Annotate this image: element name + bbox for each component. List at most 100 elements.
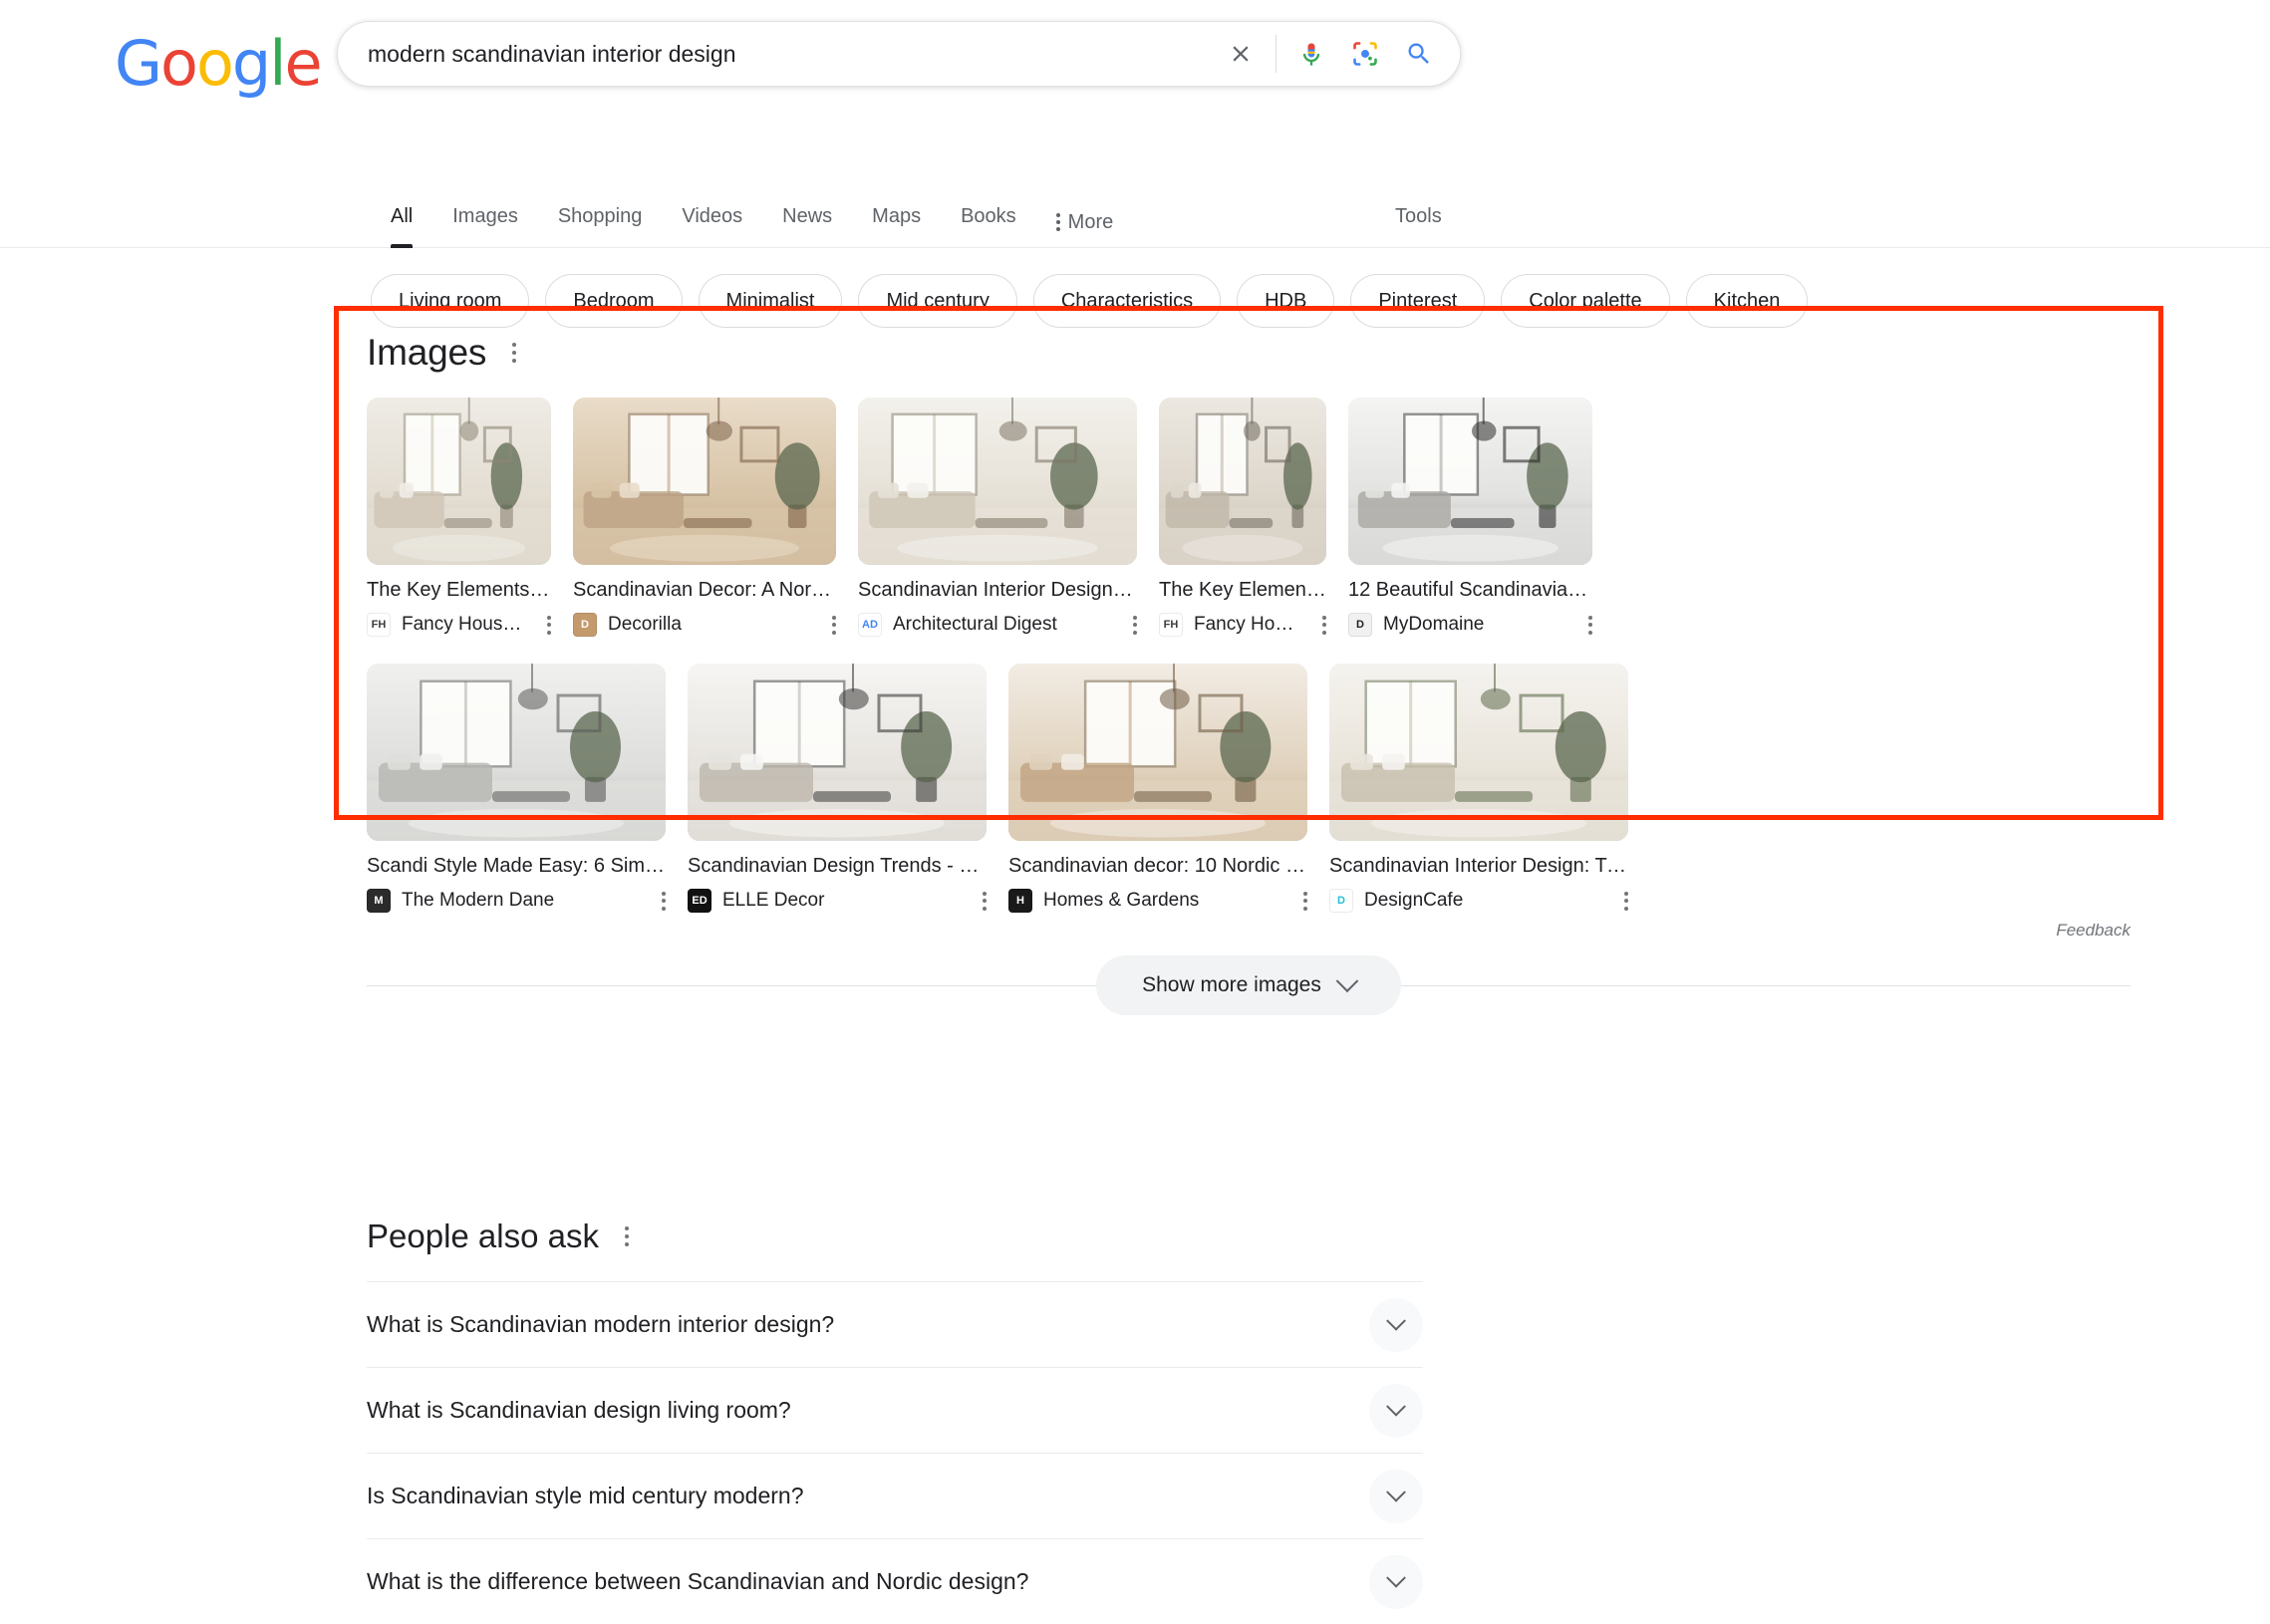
image-source-name: The Modern Dane xyxy=(402,890,643,912)
source-favicon: ED xyxy=(688,889,711,913)
google-logo[interactable]: Google xyxy=(115,33,321,95)
paa-question-3[interactable]: Is Scandinavian style mid century modern… xyxy=(367,1453,1423,1538)
image-result-title[interactable]: The Key Elements of … xyxy=(1159,577,1326,603)
source-favicon: FH xyxy=(367,613,391,637)
image-thumbnail[interactable] xyxy=(858,398,1137,565)
image-source-name: Homes & Gardens xyxy=(1043,890,1284,912)
tab-all[interactable]: All xyxy=(371,190,432,248)
tab-shopping[interactable]: Shopping xyxy=(538,190,663,248)
search-bar[interactable] xyxy=(337,21,1461,87)
image-thumbnail[interactable] xyxy=(688,664,987,841)
image-result-card[interactable]: The Key Elements of M… FH Fancy House De… xyxy=(367,398,551,638)
paa-question-3-text: Is Scandinavian style mid century modern… xyxy=(367,1483,804,1509)
paa-expand-4-button[interactable] xyxy=(1369,1555,1423,1609)
image-result-title[interactable]: Scandinavian decor: 10 Nordic design pr… xyxy=(1008,853,1307,879)
image-result-card[interactable]: 12 Beautiful Scandinavian Interi… D MyDo… xyxy=(1348,398,1592,638)
image-result-options-icon[interactable] xyxy=(1314,616,1326,635)
chevron-down-icon xyxy=(1386,1396,1406,1416)
clear-search-button[interactable] xyxy=(1214,27,1268,81)
more-menu-label: More xyxy=(1068,202,1114,242)
image-thumbnail[interactable] xyxy=(1329,664,1628,841)
image-source-name: DesignCafe xyxy=(1364,890,1605,912)
paa-expand-1-button[interactable] xyxy=(1369,1298,1423,1352)
image-result-card[interactable]: The Key Elements of … FH Fancy House Des… xyxy=(1159,398,1326,638)
show-more-images-button[interactable]: Show more images xyxy=(1096,955,1401,1015)
show-more-images-label: Show more images xyxy=(1142,973,1321,997)
tab-images[interactable]: Images xyxy=(432,190,538,248)
chevron-down-icon xyxy=(1386,1482,1406,1501)
source-favicon: AD xyxy=(858,613,882,637)
microphone-icon[interactable] xyxy=(1284,27,1338,81)
image-thumbnail[interactable] xyxy=(1159,398,1326,565)
paa-question-2[interactable]: What is Scandinavian design living room? xyxy=(367,1367,1423,1453)
tools-button[interactable]: Tools xyxy=(1385,196,1452,236)
image-result-options-icon[interactable] xyxy=(1295,892,1307,911)
images-module-title: Images xyxy=(367,332,486,374)
google-lens-icon[interactable] xyxy=(1338,27,1392,81)
image-result-card[interactable]: Scandinavian Decor: A Nordic-Ins… D Deco… xyxy=(573,398,836,638)
tab-videos[interactable]: Videos xyxy=(662,190,762,248)
logo-letter-e: e xyxy=(285,27,321,100)
show-more-images-area: Show more images xyxy=(334,955,2163,1015)
paa-question-4[interactable]: What is the difference between Scandinav… xyxy=(367,1538,1423,1624)
kebab-menu-icon xyxy=(1056,213,1060,231)
paa-question-2-text: What is Scandinavian design living room? xyxy=(367,1397,791,1424)
logo-letter-l: l xyxy=(269,27,284,100)
paa-expand-2-button[interactable] xyxy=(1369,1384,1423,1438)
tab-maps[interactable]: Maps xyxy=(852,190,941,248)
image-result-source: H Homes & Gardens xyxy=(1008,888,1307,914)
paa-expand-3-button[interactable] xyxy=(1369,1470,1423,1523)
image-result-title[interactable]: The Key Elements of M… xyxy=(367,577,551,603)
people-also-ask-module: People also ask What is Scandinavian mod… xyxy=(367,1218,1423,1624)
image-result-options-icon[interactable] xyxy=(539,616,551,635)
images-module-options-icon[interactable] xyxy=(508,339,520,367)
logo-letter-g2: g xyxy=(232,27,269,100)
image-result-options-icon[interactable] xyxy=(824,616,836,635)
image-thumbnail[interactable] xyxy=(1348,398,1592,565)
image-result-options-icon[interactable] xyxy=(1616,892,1628,911)
search-divider xyxy=(1276,35,1277,73)
image-result-title[interactable]: Scandinavian Decor: A Nordic-Ins… xyxy=(573,577,836,603)
search-nav-tabs: All Images Shopping Videos News Maps Boo… xyxy=(371,190,1133,248)
image-thumbnail[interactable] xyxy=(573,398,836,565)
feedback-link[interactable]: Feedback xyxy=(334,921,2163,941)
logo-letter-o1: o xyxy=(160,27,196,100)
image-result-source: M The Modern Dane xyxy=(367,888,666,914)
more-menu-button[interactable]: More xyxy=(1036,190,1134,248)
page-header: Google xyxy=(0,0,2270,192)
source-favicon: H xyxy=(1008,889,1032,913)
image-result-card[interactable]: Scandinavian Interior Design: Everyth… A… xyxy=(858,398,1137,638)
image-result-card[interactable]: Scandi Style Made Easy: 6 Simple Tips t…… xyxy=(367,664,666,914)
paa-question-1-text: What is Scandinavian modern interior des… xyxy=(367,1311,834,1338)
image-thumbnail[interactable] xyxy=(367,398,551,565)
paa-question-1[interactable]: What is Scandinavian modern interior des… xyxy=(367,1281,1423,1367)
images-module-header: Images xyxy=(334,306,2163,374)
chevron-down-icon xyxy=(1336,969,1359,992)
image-result-title[interactable]: Scandinavian Design Trends - Best … xyxy=(688,853,987,879)
image-result-title[interactable]: 12 Beautiful Scandinavian Interi… xyxy=(1348,577,1592,603)
image-result-options-icon[interactable] xyxy=(1125,616,1137,635)
search-input[interactable] xyxy=(338,41,1214,68)
image-result-card[interactable]: Scandinavian Interior Design: Tips and …… xyxy=(1329,664,1628,914)
image-thumbnail[interactable] xyxy=(367,664,666,841)
image-result-title[interactable]: Scandi Style Made Easy: 6 Simple Tips t… xyxy=(367,853,666,879)
people-also-ask-title: People also ask xyxy=(367,1218,599,1255)
image-result-options-icon[interactable] xyxy=(975,892,987,911)
source-favicon: D xyxy=(1348,613,1372,637)
people-also-ask-options-icon[interactable] xyxy=(621,1222,633,1250)
image-source-name: MyDomaine xyxy=(1383,614,1569,636)
image-result-card[interactable]: Scandinavian decor: 10 Nordic design pr…… xyxy=(1008,664,1307,914)
image-source-name: Fancy House Desi… xyxy=(402,614,528,636)
image-result-title[interactable]: Scandinavian Interior Design: Tips and … xyxy=(1329,853,1628,879)
image-result-source: FH Fancy House Desi… xyxy=(367,612,551,638)
image-thumbnail[interactable] xyxy=(1008,664,1307,841)
image-result-card[interactable]: Scandinavian Design Trends - Best … ED E… xyxy=(688,664,987,914)
chevron-down-icon xyxy=(1386,1310,1406,1330)
image-result-title[interactable]: Scandinavian Interior Design: Everyth… xyxy=(858,577,1137,603)
tab-news[interactable]: News xyxy=(762,190,852,248)
image-result-source: D MyDomaine xyxy=(1348,612,1592,638)
image-result-options-icon[interactable] xyxy=(1580,616,1592,635)
image-result-options-icon[interactable] xyxy=(654,892,666,911)
tab-books[interactable]: Books xyxy=(941,190,1036,248)
search-icon[interactable] xyxy=(1392,27,1446,81)
